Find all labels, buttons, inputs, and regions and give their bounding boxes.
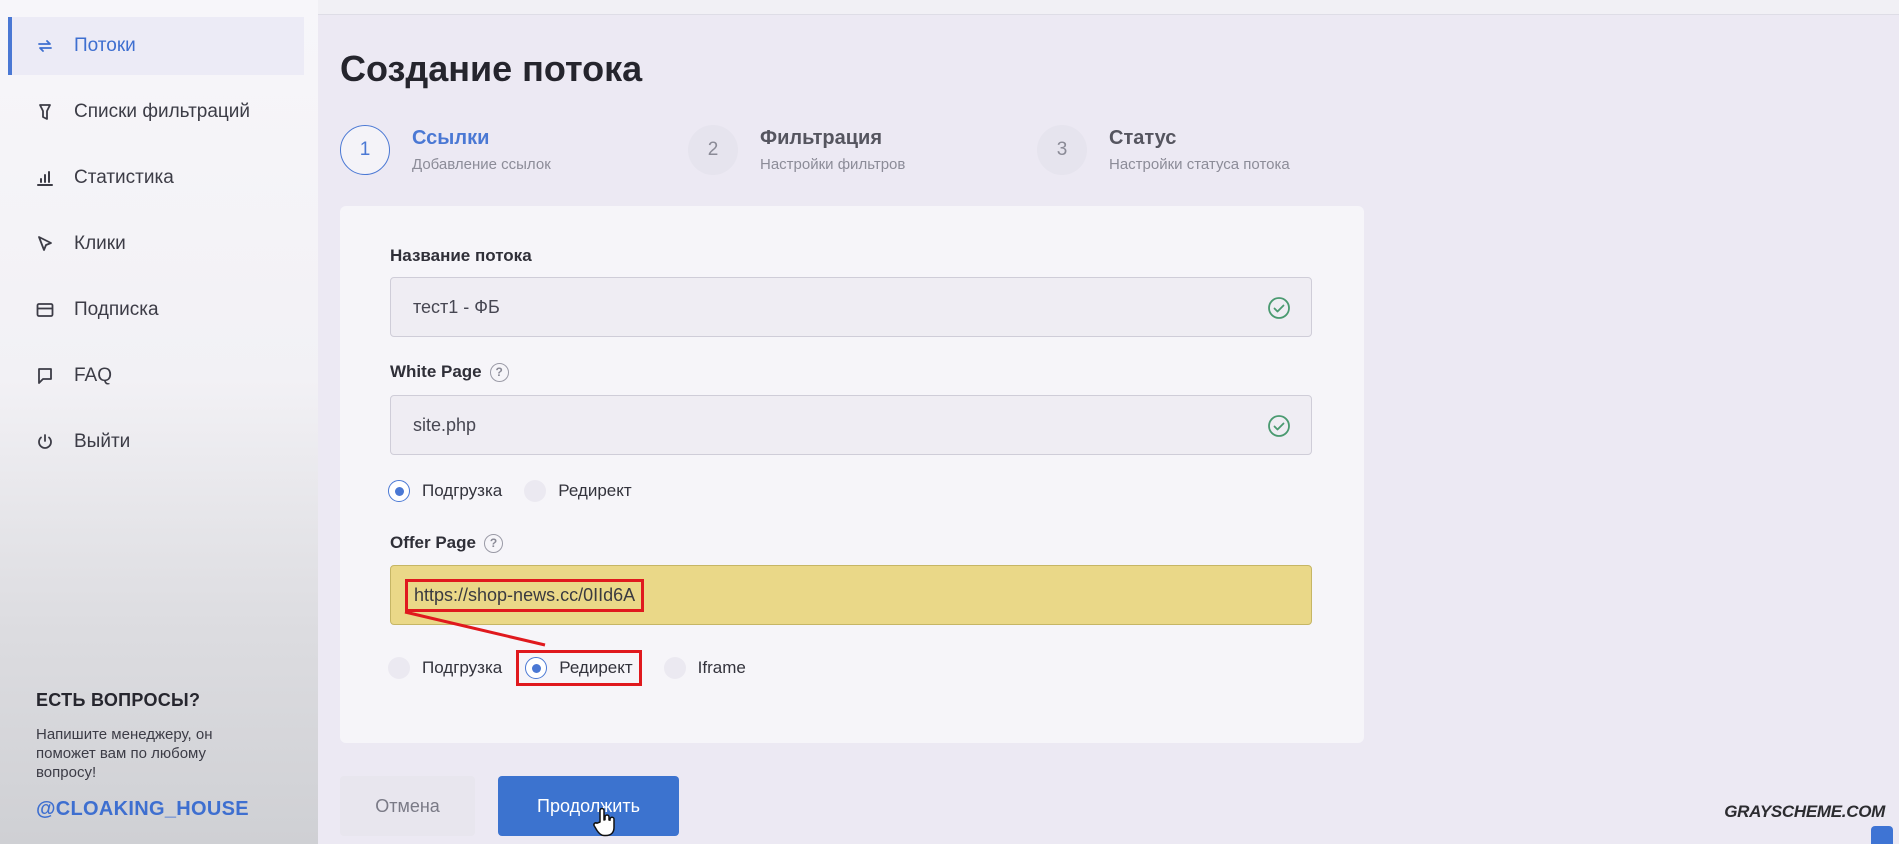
radio-empty-icon [663,657,686,679]
sidebar-item-streams[interactable]: Потоки [8,17,304,75]
radio-label: Редирект [558,481,632,500]
sidebar-item-clicks[interactable]: Клики [8,215,304,273]
white-radio-load[interactable]: Подгрузка [388,480,502,502]
radio-label: Подгрузка [422,481,503,500]
step-subtitle: Настройки статуса потока [1109,156,1290,173]
sidebar-item-label: Клики [74,233,126,254]
white-page-input[interactable]: site.php [390,395,1312,455]
question-icon[interactable]: ? [489,362,509,382]
sidebar-item-label: Статистика [74,167,174,188]
help-text: Напишите менеджеру, он поможет вам по лю… [36,726,213,781]
radio-label: Редирект [559,658,633,677]
step-subtitle: Добавление ссылок [412,156,551,173]
radio-empty-icon [388,657,410,679]
white-page-value: site.php [413,414,477,435]
sidebar-item-faq[interactable]: FAQ [8,347,304,405]
question-icon[interactable]: ? [483,533,503,553]
step-title: Статус [1109,127,1177,149]
sidebar-item-subscription[interactable]: Подписка [8,281,304,339]
step-number: 1 [340,125,390,175]
offer-page-value: https://shop-news.cc/0IId6A [405,578,645,612]
offer-page-input[interactable]: https://shop-news.cc/0IId6A [390,565,1312,625]
cancel-button[interactable]: Отмена [340,776,475,836]
sidebar-item-logout[interactable]: Выйти [8,413,304,471]
radio-label: Iframe [697,658,746,677]
radio-selected-icon [388,480,410,502]
page-title: Создание потока [340,48,643,89]
watermark: GRAYSCHEME.COM [1724,802,1885,821]
offer-radio-iframe[interactable]: Iframe [663,657,746,679]
stream-name-label-text: Название потока [390,246,532,265]
top-bar [318,0,1899,15]
cursor-icon [34,233,56,255]
sidebar-item-statistics[interactable]: Статистика [8,149,304,207]
step-title: Ссылки [412,127,490,149]
sidebar-item-label: FAQ [74,365,113,386]
offer-radio-redirect[interactable]: Редирект [516,650,642,686]
step-number: 3 [1037,125,1087,175]
sidebar-item-label: Выйти [74,431,131,452]
step-links[interactable]: 1 Ссылки Добавление ссылок [340,122,551,178]
stream-name-label: Название потока [390,246,532,266]
hand-cursor-icon [593,807,615,837]
stream-name-input[interactable]: тест1 - ФБ [390,277,1312,337]
step-status[interactable]: 3 Статус Настройки статуса потока [1037,122,1290,178]
sidebar-item-filter-lists[interactable]: Списки фильтраций [8,83,304,141]
power-icon [34,431,56,453]
white-radio-redirect[interactable]: Редирект [524,480,632,502]
step-title: Фильтрация [760,127,883,149]
radio-selected-icon [525,657,548,679]
radio-empty-icon [524,480,547,502]
corner-badge-icon [1871,826,1893,844]
offer-radio-load[interactable]: Подгрузка [388,657,502,679]
card-icon [34,299,56,321]
step-subtitle: Настройки фильтров [760,156,906,173]
white-page-label-text: White Page [390,362,482,381]
offer-page-label-text: Offer Page [390,533,476,552]
stream-name-value: тест1 - ФБ [413,296,500,317]
refresh-icon [34,35,56,57]
white-page-mode: Подгрузка Редирект [388,480,654,502]
step-filtering[interactable]: 2 Фильтрация Настройки фильтров [688,122,905,178]
sidebar-item-label: Подписка [74,299,159,320]
radio-label: Подгрузка [422,658,503,677]
sidebar-item-label: Потоки [74,35,136,56]
sidebar-item-label: Списки фильтраций [74,101,251,122]
white-page-label: White Page ? [390,362,509,382]
bar-chart-icon [34,167,56,189]
step-number: 2 [688,125,738,175]
continue-button[interactable]: Продолжить [498,776,679,836]
offer-page-label: Offer Page ? [390,533,503,553]
help-title: ЕСТЬ ВОПРОСЫ? [36,690,201,710]
check-circle-icon [1267,296,1291,320]
manager-contact-link[interactable]: @CLOAKING_HOUSE [36,798,286,821]
chat-icon [34,365,56,387]
check-circle-icon [1267,414,1291,438]
offer-page-mode: Подгрузка Редирект Iframe [388,650,768,686]
filter-icon [34,101,56,123]
help-box: ЕСТЬ ВОПРОСЫ? Напишите менеджеру, он пом… [36,690,286,821]
sidebar: Потоки Списки фильтраций Статистика Клик… [0,0,318,844]
